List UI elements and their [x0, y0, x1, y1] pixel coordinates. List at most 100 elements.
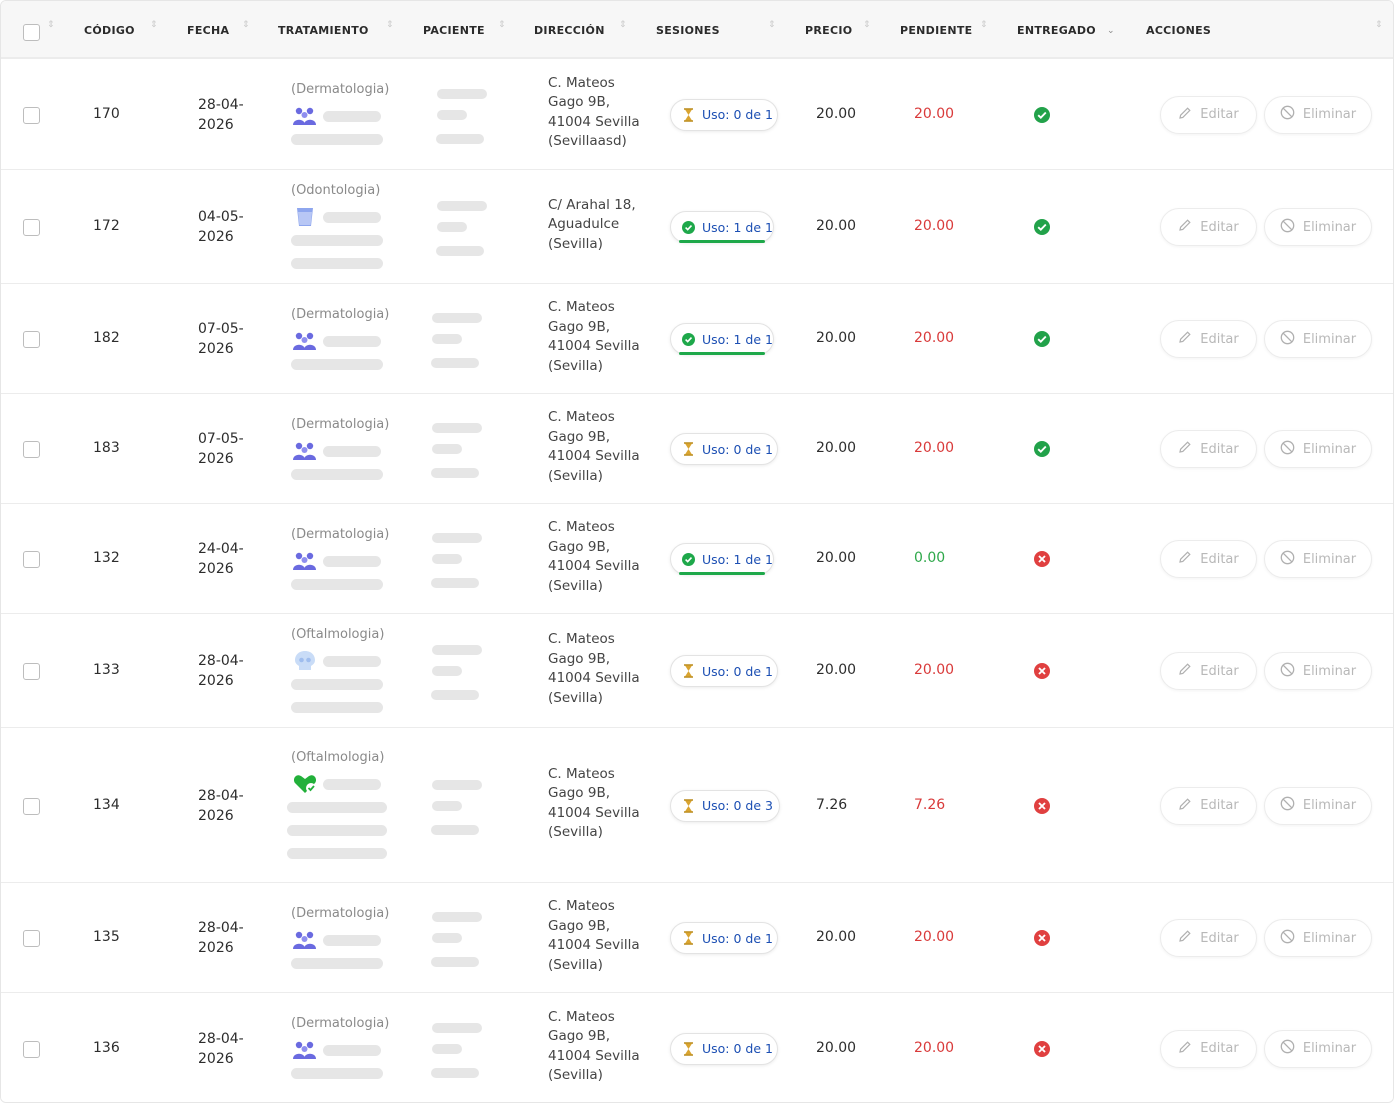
row-checkbox[interactable]	[23, 331, 40, 348]
edit-button[interactable]: Editar	[1160, 208, 1257, 246]
col-header-entregado[interactable]: ENTREGADO	[1017, 1, 1096, 59]
select-all-checkbox[interactable]	[23, 24, 40, 41]
precio-cell: 20.00	[816, 1039, 857, 1056]
redacted-placeholder	[437, 109, 467, 120]
fecha-line: 2026	[198, 561, 234, 577]
table-row[interactable]: 136 28-04- 2026 (Dermatologia) C. Mateos Gago…	[1, 993, 1393, 1102]
table-row[interactable]: 170 28-04- 2026 (Dermatologia) C. Mateos Gago…	[1, 59, 1393, 170]
edit-button[interactable]: Editar	[1160, 919, 1257, 957]
ban-icon	[1280, 330, 1303, 349]
col-header-tratamiento[interactable]: TRATAMIENTO	[278, 1, 369, 59]
paciente-cell	[431, 533, 492, 588]
sesiones-badge[interactable]: Uso: 0 de 1	[670, 433, 778, 465]
sesiones-badge[interactable]: Uso: 0 de 1	[670, 1032, 778, 1065]
redacted-placeholder	[291, 1068, 383, 1079]
sesiones-badge[interactable]: Uso: 1 de 1	[670, 211, 774, 243]
row-checkbox[interactable]	[23, 663, 40, 680]
direccion-line: Gago 9B,	[548, 94, 610, 110]
table-row[interactable]: 132 24-04- 2026 (Dermatologia) C. Mateos Gago…	[1, 504, 1393, 614]
sesiones-progress-bar	[679, 572, 765, 575]
edit-button[interactable]: Editar	[1160, 320, 1257, 358]
paciente-cell	[436, 201, 497, 256]
sesiones-progress-bar	[679, 240, 765, 243]
sort-icon[interactable]: ⇕	[498, 21, 506, 30]
precio-cell: 20.00	[816, 662, 857, 678]
col-header-codigo[interactable]: CÓDIGO	[84, 1, 135, 59]
fecha-line: 07-05-	[198, 321, 244, 337]
direccion-cell: C. Mateos Gago 9B, 41004 Sevilla (Sevilla)	[548, 298, 658, 376]
delete-button[interactable]: Eliminar	[1264, 786, 1372, 825]
direccion-line: (Sevilla)	[548, 824, 603, 840]
sort-desc-icon[interactable]: ⌄	[1107, 27, 1115, 36]
sesiones-badge[interactable]: Uso: 0 de 1	[670, 655, 778, 687]
pencil-icon	[1178, 797, 1200, 815]
redacted-placeholder	[431, 690, 479, 700]
pendiente-cell: 0.00	[914, 550, 946, 566]
fecha-cell: 28-04- 2026	[198, 95, 244, 135]
delete-button[interactable]: Eliminar	[1264, 540, 1372, 578]
sesiones-badge[interactable]: Uso: 0 de 1	[670, 98, 778, 131]
table-row[interactable]: 172 04-05- 2026 (Odontologia) C/ Arahal 18, A…	[1, 170, 1393, 284]
row-checkbox[interactable]	[23, 930, 40, 947]
delete-button[interactable]: Eliminar	[1264, 652, 1372, 690]
precio-cell: 20.00	[816, 550, 857, 566]
col-header-precio[interactable]: PRECIO	[805, 1, 852, 59]
tratamiento-cell: (Dermatologia)	[291, 906, 401, 973]
delete-button[interactable]: Eliminar	[1264, 430, 1372, 468]
not-delivered-x-icon	[1033, 662, 1051, 680]
sesiones-badge[interactable]: Uso: 1 de 1	[670, 323, 774, 355]
table-row[interactable]: 134 28-04- 2026 (Oftalmologia) C. Mateos Gago…	[1, 728, 1393, 883]
direccion-line: Gago 9B,	[548, 917, 610, 934]
col-header-sesiones[interactable]: SESIONES	[656, 1, 720, 59]
row-checkbox[interactable]	[23, 1040, 40, 1058]
redacted-placeholder	[291, 468, 383, 480]
col-header-paciente[interactable]: PACIENTE	[423, 1, 485, 59]
direccion-line: C/ Arahal 18,	[548, 196, 636, 213]
col-header-direccion[interactable]: DIRECCIÓN	[534, 1, 605, 59]
col-header-pendiente[interactable]: PENDIENTE	[900, 1, 972, 59]
sesiones-badge[interactable]: Uso: 0 de 3	[670, 789, 780, 822]
delete-button[interactable]: Eliminar	[1264, 320, 1372, 358]
row-checkbox[interactable]	[23, 219, 40, 236]
sort-icon[interactable]: ⇕	[47, 21, 55, 30]
row-checkbox[interactable]	[23, 106, 40, 124]
delete-button-label: Eliminar	[1302, 219, 1357, 235]
precio-cell: 7.26	[816, 796, 848, 813]
sort-icon[interactable]: ⇕	[768, 21, 776, 30]
sort-icon[interactable]: ⇕	[1375, 21, 1383, 30]
delete-button[interactable]: Eliminar	[1264, 95, 1372, 134]
edit-button[interactable]: Editar	[1160, 786, 1257, 825]
table-row[interactable]: 183 07-05- 2026 (Dermatologia) C. Mateos Gago…	[1, 394, 1393, 504]
edit-button[interactable]: Editar	[1160, 430, 1257, 468]
sort-icon[interactable]: ⇕	[863, 21, 871, 30]
direccion-line: C. Mateos	[548, 74, 615, 91]
ban-icon	[1280, 929, 1303, 948]
tratamiento-cell: (Dermatologia)	[291, 1016, 401, 1083]
direccion-line: (Sevilla)	[548, 235, 603, 252]
edit-button[interactable]: Editar	[1160, 652, 1257, 690]
delivered-check-icon	[1033, 330, 1051, 348]
delete-button[interactable]: Eliminar	[1264, 1029, 1372, 1068]
sort-icon[interactable]: ⇕	[386, 21, 394, 30]
sesiones-label: Uso: 0 de 1	[702, 663, 773, 679]
table-row[interactable]: 133 28-04- 2026 (Oftalmologia) C. Mateos Gago…	[1, 614, 1393, 728]
sesiones-badge[interactable]: Uso: 1 de 1	[670, 543, 774, 575]
row-checkbox[interactable]	[23, 551, 40, 568]
table-row[interactable]: 135 28-04- 2026 (Dermatologia) C. Mateos Gago…	[1, 883, 1393, 993]
edit-button[interactable]: Editar	[1160, 540, 1257, 578]
sort-icon[interactable]: ⇕	[619, 21, 627, 30]
row-checkbox[interactable]	[23, 797, 40, 815]
delete-button[interactable]: Eliminar	[1264, 919, 1372, 957]
hourglass-icon	[681, 664, 695, 678]
sort-icon[interactable]: ⇕	[980, 21, 988, 30]
edit-button[interactable]: Editar	[1160, 95, 1257, 134]
sesiones-badge[interactable]: Uso: 0 de 1	[670, 922, 778, 954]
sort-icon[interactable]: ⇕	[242, 21, 250, 30]
delete-button[interactable]: Eliminar	[1264, 208, 1372, 246]
table-row[interactable]: 182 07-05- 2026 (Dermatologia) C. Mateos Gago…	[1, 284, 1393, 394]
edit-button[interactable]: Editar	[1160, 1029, 1257, 1068]
direccion-line: 41004 Sevilla	[548, 1047, 640, 1064]
sort-icon[interactable]: ⇕	[150, 21, 158, 30]
col-header-fecha[interactable]: FECHA	[187, 1, 229, 59]
row-checkbox[interactable]	[23, 441, 40, 458]
